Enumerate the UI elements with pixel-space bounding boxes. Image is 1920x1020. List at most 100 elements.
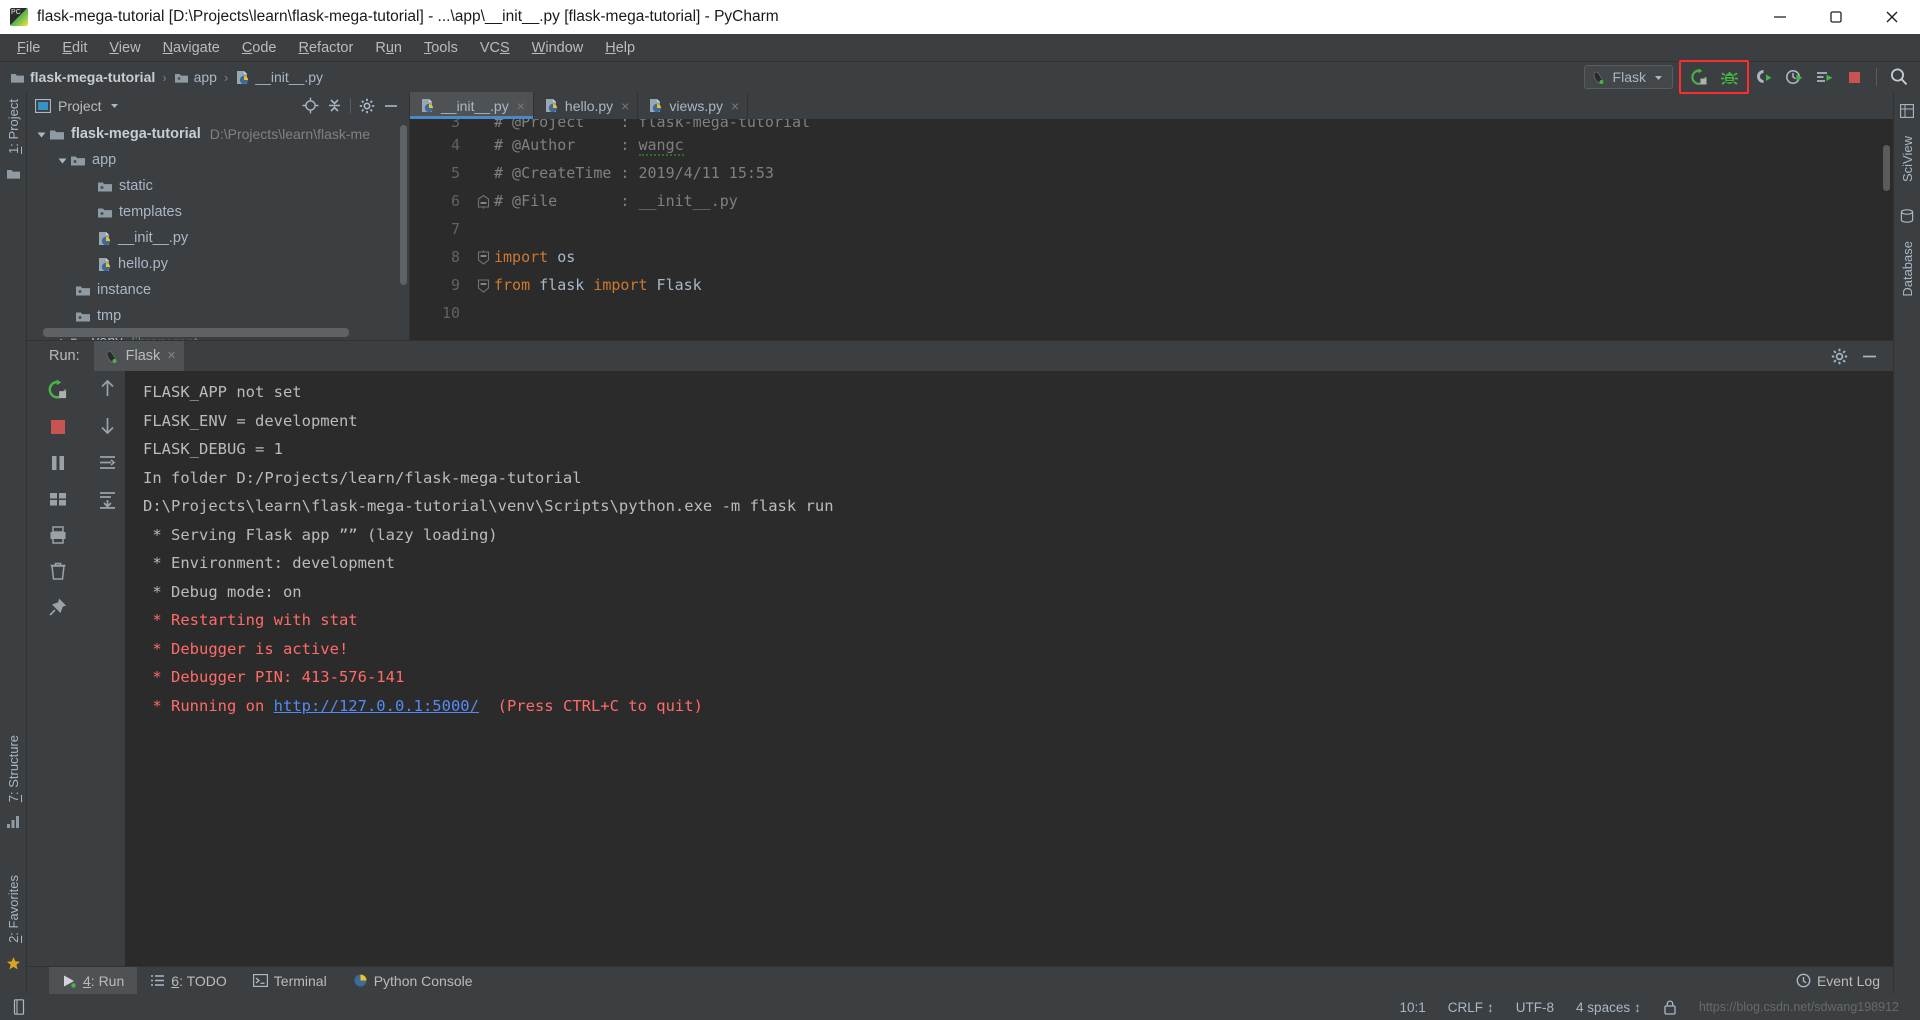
bottom-tab-terminal[interactable]: Terminal [240, 967, 340, 995]
menu-refactor[interactable]: Refactor [288, 37, 365, 59]
event-log-button[interactable]: Event Log [1783, 967, 1893, 995]
stop-button[interactable] [1839, 64, 1869, 90]
tree-item-templates[interactable]: templates [27, 199, 409, 225]
tree-item-tmp[interactable]: tmp [27, 303, 409, 329]
menu-edit[interactable]: Edit [51, 37, 98, 59]
debug-button[interactable] [1714, 64, 1744, 90]
tree-item-init-py[interactable]: __init__.py [27, 225, 409, 251]
bottom-tab-run[interactable]: 4: Run [49, 967, 137, 995]
scroll-to-end-button[interactable] [98, 490, 117, 514]
minimize-button[interactable] [1752, 0, 1808, 34]
run-console-icon [1815, 68, 1834, 87]
chevron-right-icon[interactable] [54, 337, 70, 341]
toggle-toolbar-icon[interactable] [12, 999, 26, 1015]
menu-tools[interactable]: Tools [413, 37, 469, 59]
rerun-button[interactable] [47, 379, 69, 406]
project-horizontal-scrollbar[interactable] [43, 328, 349, 337]
menu-window[interactable]: Window [521, 37, 595, 59]
bottom-tab-python-console[interactable]: Python Console [340, 967, 486, 995]
locate-file-button[interactable] [298, 95, 322, 117]
scroll-up-button[interactable] [98, 379, 117, 403]
stop-square-icon [1845, 68, 1864, 87]
close-icon[interactable]: × [731, 98, 739, 114]
lock-icon[interactable] [1652, 999, 1688, 1015]
indent-setting[interactable]: 4 spaces↕ [1565, 1000, 1652, 1015]
print-button[interactable] [48, 525, 68, 550]
sidebar-tab-project[interactable]: 1: Project [6, 92, 21, 161]
line-separator[interactable]: CRLF↕ [1437, 1000, 1505, 1015]
tree-item-instance[interactable]: instance [27, 277, 409, 303]
run-settings-button[interactable] [1827, 345, 1851, 367]
clear-all-button[interactable] [48, 561, 68, 586]
menu-view[interactable]: View [98, 37, 151, 59]
editor-tab-init-py[interactable]: __init__.py × [410, 92, 534, 119]
pause-output-button[interactable] [48, 453, 68, 478]
tree-item-flask-mega-tutorial[interactable]: flask-mega-tutorial D:\Projects\learn\fl… [27, 121, 409, 147]
run-tab-flask[interactable]: Flask × [94, 341, 184, 371]
close-icon[interactable]: × [517, 98, 525, 114]
tree-item-hello-py[interactable]: hello.py [27, 251, 409, 277]
chevron-down-icon[interactable] [1653, 72, 1664, 83]
soft-wrap-button[interactable] [98, 453, 117, 477]
breadcrumb-item-project[interactable]: flask-mega-tutorial [10, 69, 155, 85]
hide-run-panel-button[interactable] [1857, 345, 1881, 367]
line-number: 6 [410, 192, 472, 210]
editor-tab-views-py[interactable]: views.py × [638, 92, 748, 119]
chevron-down-icon[interactable] [54, 155, 70, 166]
breadcrumb-item-app[interactable]: app [174, 69, 217, 85]
console-line-running: * Running on http://127.0.0.1:5000/ (Pre… [143, 692, 1893, 721]
tree-item-app[interactable]: app [27, 147, 409, 173]
menu-vcs[interactable]: VCS [469, 37, 521, 59]
event-log-label: Event Log [1817, 973, 1880, 989]
menu-file[interactable]: File [6, 37, 51, 59]
stop-button[interactable] [48, 417, 68, 442]
sidebar-tab-favorites[interactable]: 2: Favorites [6, 868, 21, 950]
editor-vertical-scrollbar[interactable] [1883, 145, 1890, 191]
sidebar-tab-structure[interactable]: 7: Structure [6, 728, 21, 809]
code-editor[interactable]: 3 # @Project : flask-mega-tutorial 4 # @… [410, 119, 1893, 340]
bottom-tab-todo[interactable]: 6: TODO [137, 967, 240, 995]
sidebar-tab-sciview[interactable]: SciView [1900, 129, 1915, 189]
run-with-console-button[interactable] [1809, 64, 1839, 90]
close-button[interactable] [1864, 0, 1920, 34]
hide-project-button[interactable] [379, 95, 403, 117]
project-tree[interactable]: flask-mega-tutorial D:\Projects\learn\fl… [27, 119, 409, 340]
menu-help[interactable]: Help [594, 37, 646, 59]
tree-item-static[interactable]: static [27, 173, 409, 199]
terminal-icon [253, 974, 268, 987]
close-icon[interactable]: × [167, 348, 175, 364]
close-icon[interactable]: × [621, 98, 629, 114]
line-number: 9 [410, 276, 472, 294]
console-line: * Debug mode: on [143, 578, 1893, 607]
title-bar: flask-mega-tutorial [D:\Projects\learn\f… [0, 0, 1920, 34]
print-grid-button[interactable] [48, 489, 68, 514]
menu-navigate[interactable]: Navigate [152, 37, 231, 59]
file-encoding[interactable]: UTF-8 [1505, 1000, 1565, 1015]
menu-run[interactable]: Run [364, 37, 413, 59]
run-with-coverage-button[interactable] [1749, 64, 1779, 90]
maximize-button[interactable] [1808, 0, 1864, 34]
search-everywhere-button[interactable] [1884, 64, 1914, 90]
menu-code[interactable]: Code [231, 37, 288, 59]
scroll-down-button[interactable] [98, 416, 117, 440]
pin-tab-button[interactable] [48, 597, 68, 622]
sidebar-tab-database[interactable]: Database [1900, 234, 1915, 304]
breadcrumb-item-file[interactable]: __init__.py [235, 69, 323, 85]
collapse-all-button[interactable] [322, 95, 346, 117]
fold-collapse-marker[interactable] [472, 278, 494, 293]
rerun-button[interactable] [1684, 64, 1714, 90]
fold-collapse-marker[interactable] [472, 250, 494, 265]
project-vertical-scrollbar[interactable] [400, 125, 407, 285]
server-url-link[interactable]: http://127.0.0.1:5000/ [274, 697, 479, 715]
profile-button[interactable] [1779, 64, 1809, 90]
caret-position[interactable]: 10:1 [1389, 1000, 1437, 1015]
project-settings-button[interactable] [355, 95, 379, 117]
todo-list-icon [150, 974, 165, 987]
editor-tab-hello-py[interactable]: hello.py × [534, 92, 638, 119]
chevron-down-icon[interactable] [33, 129, 49, 140]
console-line: * Environment: development [143, 549, 1893, 578]
fold-collapse-marker[interactable] [472, 194, 494, 209]
chevron-down-icon[interactable] [109, 100, 120, 111]
run-console-output[interactable]: FLASK_APP not set FLASK_ENV = developmen… [125, 371, 1893, 966]
run-configuration-selector[interactable]: Flask [1584, 65, 1673, 89]
